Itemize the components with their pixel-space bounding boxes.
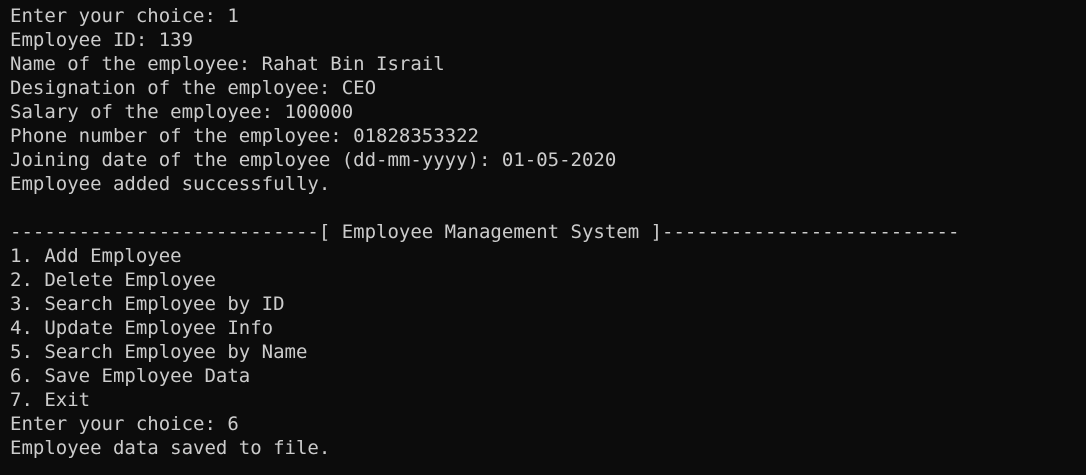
menu-item-exit: 7. Exit xyxy=(10,389,91,411)
output-line: Employee ID: 139 xyxy=(10,29,194,51)
menu-header: ---------------------------[ Employee Ma… xyxy=(10,221,960,243)
menu-item-update-info: 4. Update Employee Info xyxy=(10,317,274,339)
prompt-line: Enter your choice: 6 xyxy=(10,413,239,435)
output-line: Name of the employee: Rahat Bin Israil xyxy=(10,53,445,75)
menu-item-delete-employee: 2. Delete Employee xyxy=(10,269,216,291)
output-line: Designation of the employee: CEO xyxy=(10,77,377,99)
prompt-line: Enter your choice: 1 xyxy=(10,5,239,27)
menu-item-add-employee: 1. Add Employee xyxy=(10,245,182,267)
output-line: Salary of the employee: 100000 xyxy=(10,101,354,123)
menu-item-save-data: 6. Save Employee Data xyxy=(10,365,251,387)
menu-item-search-by-name: 5. Search Employee by Name xyxy=(10,341,308,363)
status-message: Employee added successfully. xyxy=(10,173,331,195)
menu-item-search-by-id: 3. Search Employee by ID xyxy=(10,293,285,315)
output-line: Joining date of the employee (dd-mm-yyyy… xyxy=(10,149,617,171)
status-message: Employee data saved to file. xyxy=(10,437,331,459)
terminal-window[interactable]: Enter your choice: 1 Employee ID: 139 Na… xyxy=(0,0,1086,475)
output-line: Phone number of the employee: 0182835332… xyxy=(10,125,479,147)
